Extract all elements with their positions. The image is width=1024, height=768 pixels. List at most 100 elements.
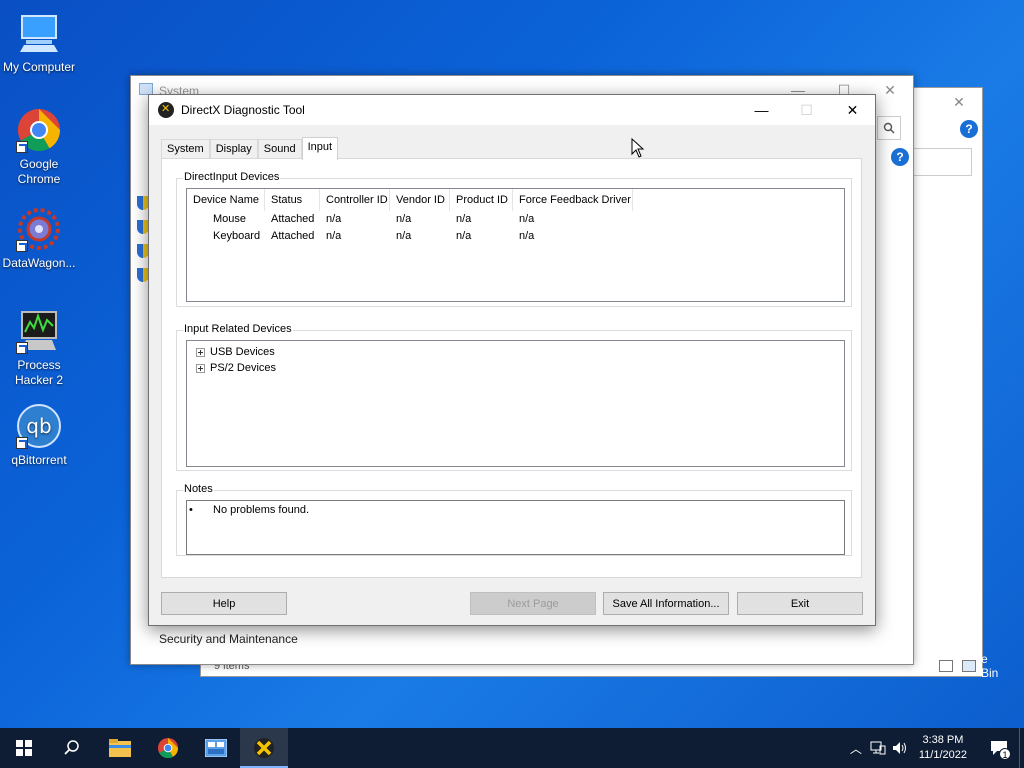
- cell-controller-id: n/a: [326, 230, 342, 242]
- notification-center-button[interactable]: 1: [979, 728, 1019, 768]
- column-header[interactable]: Vendor ID: [390, 189, 450, 211]
- desktop-icon-google-chrome[interactable]: Google Chrome: [0, 107, 78, 187]
- dxdiag-tabs: System Display Sound Input: [161, 137, 339, 160]
- windows-logo-icon: [16, 740, 32, 756]
- directinput-group: DirectInput Devices Device Name Status C…: [176, 171, 852, 307]
- cell-ff-driver: n/a: [519, 213, 535, 225]
- desktop-icon-qbittorrent[interactable]: qb qBittorrent: [0, 403, 78, 468]
- details-view-icon[interactable]: [939, 660, 953, 672]
- cell-ff-driver: n/a: [519, 230, 535, 242]
- cell-vendor-id: n/a: [396, 213, 412, 225]
- notes-group: Notes • No problems found.: [176, 483, 852, 556]
- dxdiag-title: DirectX Diagnostic Tool: [181, 103, 305, 117]
- desktop-icon-label: My Computer: [2, 60, 76, 74]
- search-button[interactable]: [48, 728, 96, 768]
- shortcut-arrow-icon: [16, 437, 28, 449]
- tab-input[interactable]: Input: [301, 137, 339, 160]
- directinput-list[interactable]: Device Name Status Controller ID Vendor …: [186, 188, 845, 302]
- chrome-icon: [16, 107, 62, 153]
- desktop-icon-my-computer[interactable]: My Computer: [0, 10, 78, 75]
- chevron-up-icon[interactable]: ︿: [845, 740, 867, 757]
- taskbar-control-panel[interactable]: [192, 728, 240, 768]
- directx-icon: [158, 102, 174, 118]
- table-row[interactable]: Mouse Attached n/a n/a n/a n/a: [187, 211, 844, 228]
- cell-device-name: Keyboard: [213, 230, 261, 242]
- desktop-icon-label: DataWagon...: [2, 256, 76, 270]
- input-related-group: Input Related Devices USB Devices PS/2 D…: [176, 323, 852, 471]
- process-hacker-icon: [16, 308, 62, 354]
- dxdiag-titlebar[interactable]: DirectX Diagnostic Tool — ☐ ✕: [149, 95, 875, 125]
- cell-vendor-id: n/a: [396, 230, 412, 242]
- volume-icon[interactable]: [889, 741, 911, 755]
- close-icon[interactable]: ✕: [830, 95, 875, 125]
- directinput-header: Device Name Status Controller ID Vendor …: [187, 189, 844, 211]
- clock-date: 11/1/2022: [918, 749, 967, 761]
- notification-badge: 1: [999, 748, 1011, 760]
- recycle-bin-label-fragment: e Bin: [981, 652, 999, 680]
- column-header[interactable]: Controller ID: [320, 189, 390, 211]
- show-desktop-button[interactable]: [1019, 728, 1024, 768]
- shortcut-arrow-icon: [16, 342, 28, 354]
- taskbar-dxdiag[interactable]: [240, 728, 288, 768]
- network-icon[interactable]: [867, 741, 889, 755]
- notes-label: Notes: [183, 483, 214, 495]
- taskbar-chrome[interactable]: [144, 728, 192, 768]
- exit-button[interactable]: Exit: [737, 592, 863, 615]
- input-tab-panel: DirectInput Devices Device Name Status C…: [161, 158, 862, 578]
- taskbar-clock[interactable]: 3:38 PM 11/1/2022: [919, 733, 967, 763]
- input-related-tree[interactable]: USB Devices PS/2 Devices: [186, 340, 845, 467]
- tree-item-label: PS/2 Devices: [210, 362, 277, 374]
- notes-box[interactable]: • No problems found.: [186, 500, 845, 555]
- column-header[interactable]: Device Name: [187, 189, 265, 211]
- help-button[interactable]: Help: [161, 592, 287, 615]
- close-icon[interactable]: ✕: [936, 88, 982, 116]
- directx-icon: [254, 738, 274, 758]
- tree-item-ps2[interactable]: PS/2 Devices: [187, 360, 844, 376]
- shortcut-arrow-icon: [16, 141, 28, 153]
- large-icons-view-icon[interactable]: [962, 660, 976, 672]
- cell-status: Attached: [271, 230, 315, 242]
- maximize-icon: ☐: [800, 101, 813, 118]
- window-controls: ✕: [936, 88, 982, 116]
- datawagon-icon: [16, 206, 62, 252]
- column-header[interactable]: Product ID: [450, 189, 513, 211]
- minimize-icon[interactable]: —: [739, 95, 784, 125]
- tab-system[interactable]: System: [161, 139, 210, 159]
- expand-icon[interactable]: [196, 347, 205, 357]
- qbittorrent-icon: qb: [16, 403, 62, 449]
- next-page-button: Next Page: [470, 592, 596, 615]
- save-all-information-button[interactable]: Save All Information...: [603, 592, 729, 615]
- start-button[interactable]: [0, 728, 48, 768]
- taskbar-file-explorer[interactable]: [96, 728, 144, 768]
- desktop-icon-label: Google Chrome: [17, 157, 61, 186]
- search-icon: [64, 740, 79, 755]
- column-header[interactable]: Status: [265, 189, 320, 211]
- system-tray: ︿ 3:38 PM 11/1/2022 1: [845, 728, 1024, 768]
- control-panel-icon: [205, 739, 227, 757]
- desktop-icon-datawagon[interactable]: DataWagon...: [0, 206, 78, 271]
- input-related-label: Input Related Devices: [183, 323, 293, 335]
- bullet-icon: •: [189, 504, 193, 516]
- tree-item-label: USB Devices: [210, 346, 275, 358]
- dxdiag-window[interactable]: DirectX Diagnostic Tool — ☐ ✕ System Dis…: [148, 94, 876, 626]
- cell-product-id: n/a: [456, 213, 472, 225]
- taskbar: ︿ 3:38 PM 11/1/2022 1: [0, 728, 1024, 768]
- cell-device-name: Mouse: [213, 213, 247, 225]
- tab-sound[interactable]: Sound: [257, 139, 302, 159]
- expand-icon[interactable]: [196, 363, 205, 373]
- table-row[interactable]: Keyboard Attached n/a n/a n/a n/a: [187, 228, 844, 245]
- mouse-cursor-icon: [631, 137, 645, 161]
- search-icon[interactable]: [877, 116, 901, 140]
- desktop-icon-label: Process Hacker 2: [14, 358, 64, 387]
- help-icon[interactable]: ?: [891, 148, 913, 170]
- desktop-icon-process-hacker[interactable]: Process Hacker 2: [0, 308, 78, 388]
- computer-icon: [16, 10, 62, 56]
- cell-product-id: n/a: [456, 230, 472, 242]
- shortcut-arrow-icon: [16, 240, 28, 252]
- help-icon[interactable]: ?: [960, 120, 978, 138]
- column-header[interactable]: Force Feedback Driver: [513, 189, 633, 211]
- tree-item-usb[interactable]: USB Devices: [187, 344, 844, 360]
- security-maintenance-link[interactable]: Security and Maintenance: [159, 632, 298, 646]
- folder-icon: [109, 739, 131, 757]
- tab-display[interactable]: Display: [209, 139, 258, 159]
